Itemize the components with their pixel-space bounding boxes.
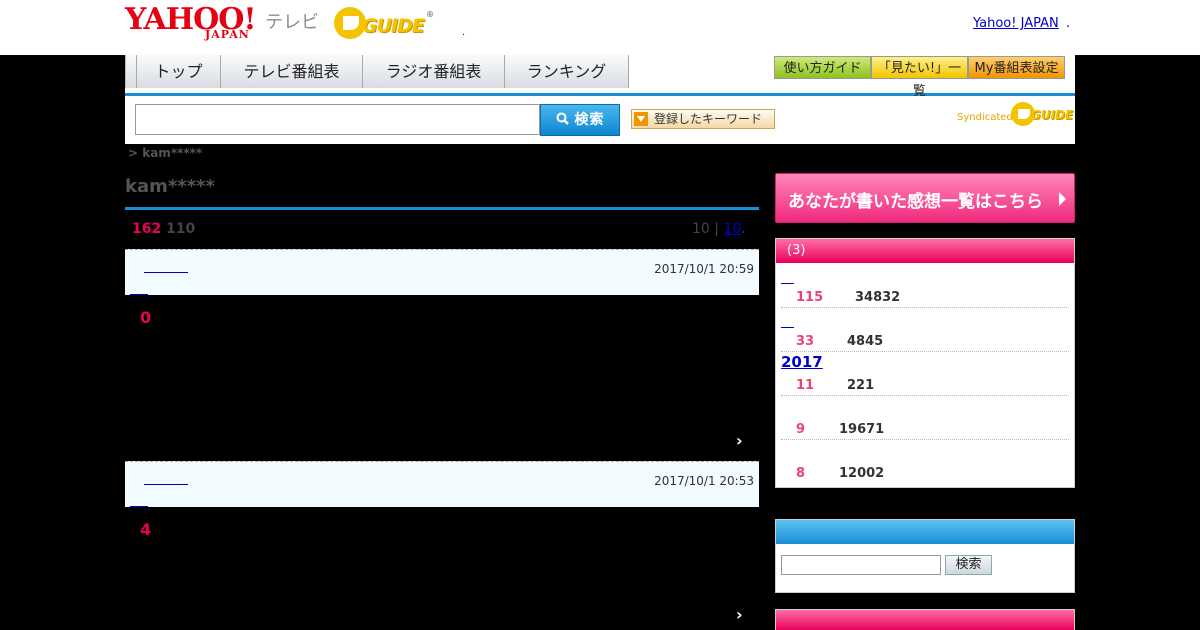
want-to-watch-list-button[interactable]: 「見たい!」一覧: [871, 56, 968, 99]
registered-mark: ®: [426, 10, 434, 19]
nav-buttons: 使い方ガイド 「見たい!」一覧 My番組表設定: [774, 56, 1065, 99]
ranking-item-total: 34832: [855, 290, 901, 305]
ranking-item-count: 8: [796, 466, 806, 481]
program-search-header: [776, 520, 1074, 544]
tab-ranking[interactable]: ランキング: [505, 55, 629, 88]
search-input[interactable]: [135, 104, 540, 135]
pager-tail: .: [741, 221, 746, 237]
tab-tv-schedule[interactable]: テレビ番組表: [221, 55, 363, 88]
review-more-dot: .: [748, 614, 751, 623]
registered-keywords-button[interactable]: 登録したキーワード: [631, 109, 775, 129]
ranking-item-total: 221: [847, 378, 875, 393]
review-count-secondary: 110: [166, 221, 196, 237]
usage-guide-button[interactable]: 使い方ガイド: [774, 56, 871, 79]
program-search-input[interactable]: [781, 555, 941, 575]
search-button[interactable]: 検索: [540, 104, 620, 136]
search-button-label: 検索: [574, 112, 605, 128]
tv-label: テレビ: [265, 12, 319, 33]
ranking-item-count: 33: [796, 334, 815, 349]
ranking-item-total: 4845: [847, 334, 884, 349]
ranking-box-title: (3): [787, 243, 806, 258]
ranking-item-link[interactable]: [781, 263, 794, 284]
tab-radio-schedule[interactable]: ラジオ番組表: [363, 55, 505, 88]
review-entry-header: 2017/10/1 20:53: [125, 461, 759, 507]
pager-text: 10 |: [692, 221, 719, 237]
chevron-right-icon: [1059, 192, 1066, 206]
ranking-item: 115 34832: [781, 263, 1069, 308]
ranking-item: 2017 11 221: [781, 351, 1069, 396]
review-count-primary: 162: [132, 221, 162, 237]
pager: 10 | 10.: [692, 221, 746, 237]
ranking-item-link[interactable]: 2017: [781, 353, 823, 371]
ranking-item-count: 9: [796, 422, 806, 437]
review-entry-header: 2017/10/1 20:59: [125, 249, 759, 295]
program-search-button[interactable]: 検索: [945, 555, 992, 575]
syndicated-logo-text: GUIDE: [1031, 108, 1074, 122]
review-rating: 4: [140, 520, 152, 539]
ranking-box: (3) 115 34832 33 4845 2017 11 221 9 1967…: [775, 238, 1075, 488]
chevron-down-icon: [634, 112, 648, 126]
chevron-right-icon[interactable]: ›: [736, 605, 743, 624]
ranking-item-link[interactable]: [781, 307, 794, 328]
header-dot: .: [462, 27, 466, 38]
gguide-logo-text: GUIDE: [362, 15, 425, 37]
header-link-tail: .: [1066, 16, 1071, 31]
ranking-item: 8 12002: [781, 439, 1069, 483]
syndicated-gguide-logo: GUIDE: [1011, 102, 1073, 126]
review-program-link[interactable]: [144, 474, 188, 485]
my-schedule-settings-button[interactable]: My番組表設定: [968, 56, 1065, 79]
my-reviews-banner-label: あなたが書いた感想一覧はこちら: [788, 192, 1043, 212]
ranking-item: 9 19671: [781, 395, 1069, 440]
breadcrumb: > kam*****: [128, 146, 203, 160]
tab-top[interactable]: トップ: [137, 55, 221, 88]
review-user-link[interactable]: [130, 504, 148, 507]
page-title: kam*****: [125, 176, 215, 197]
search-icon: [556, 112, 569, 125]
syndicated-label: Syndicated: [957, 112, 1013, 123]
title-divider: [125, 207, 759, 210]
review-program-link[interactable]: [144, 262, 188, 273]
review-date: 2017/10/1 20:59: [654, 262, 754, 276]
pager-link[interactable]: 10: [723, 221, 741, 237]
ranking-item-count: 11: [796, 378, 815, 393]
main-nav: トップ テレビ番組表 ラジオ番組表 ランキング 使い方ガイド 「見たい!」一覧 …: [125, 55, 1075, 99]
review-more-dot: .: [748, 440, 751, 449]
review-rating: 0: [140, 308, 152, 327]
search-bar: 検索 登録したキーワード Syndicated GUIDE: [125, 96, 1075, 144]
nav-tabs: トップ テレビ番組表 ラジオ番組表 ランキング: [125, 55, 629, 88]
my-reviews-banner[interactable]: あなたが書いた感想一覧はこちら: [775, 173, 1075, 223]
ranking-item-count: 115: [796, 290, 824, 305]
gguide-logo[interactable]: GUIDE ®: [334, 7, 434, 41]
yahoo-logo-sub: JAPAN: [205, 28, 250, 41]
yahoo-japan-logo[interactable]: YAHOO! JAPAN: [125, 4, 265, 42]
ranking-item: 33 4845: [781, 307, 1069, 352]
chevron-right-icon[interactable]: ›: [736, 431, 743, 450]
ranking-box-header: (3): [776, 239, 1074, 263]
yahoo-japan-link[interactable]: Yahoo! JAPAN: [973, 16, 1059, 31]
review-user-link[interactable]: [130, 292, 148, 295]
ranking-item-total: 19671: [839, 422, 885, 437]
registered-keywords-label: 登録したキーワード: [654, 112, 763, 126]
ranking-item-total: 12002: [839, 466, 885, 481]
next-box-header: [775, 609, 1075, 630]
nav-tab-spacer: [126, 55, 137, 88]
review-date: 2017/10/1 20:53: [654, 474, 754, 488]
program-search-box: 検索: [775, 519, 1075, 593]
site-header: YAHOO! JAPAN テレビ GUIDE ® . Yahoo! JAPAN …: [0, 0, 1200, 55]
